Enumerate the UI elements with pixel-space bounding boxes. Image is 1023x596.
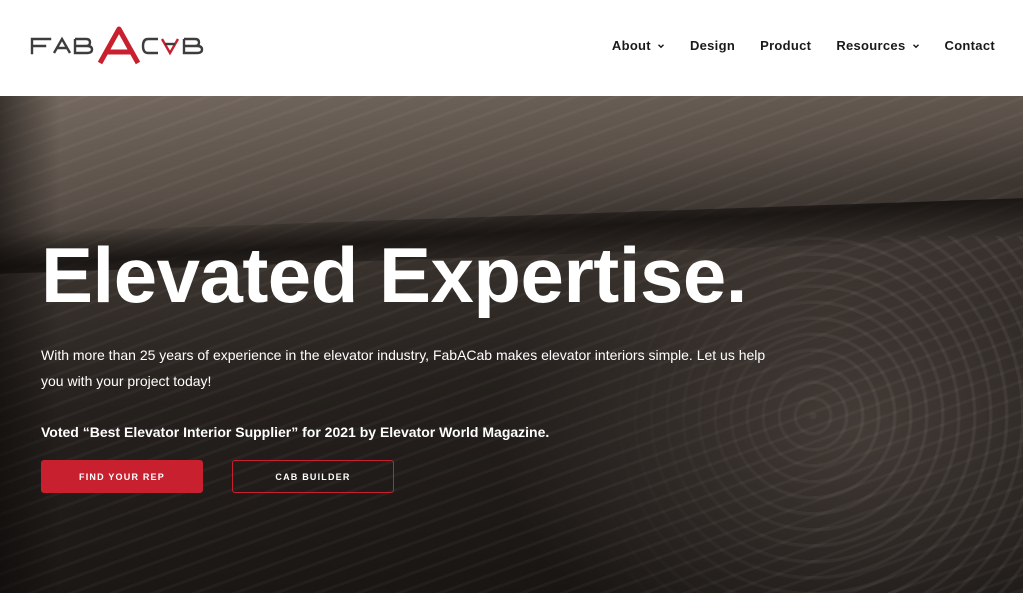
nav-item-about[interactable]: About [612,38,665,53]
hero-title: Elevated Expertise. [41,231,747,319]
nav-item-label: Resources [836,38,906,53]
nav-item-resources[interactable]: Resources [836,38,919,53]
nav-item-design[interactable]: Design [690,38,735,53]
nav-item-label: Product [760,38,812,53]
chevron-down-icon [657,43,664,48]
hero-award-text: Voted “Best Elevator Interior Supplier” … [41,424,550,440]
find-your-rep-button[interactable]: FIND YOUR REP [41,460,203,493]
nav-item-contact[interactable]: Contact [945,38,996,53]
hero-section: Elevated Expertise. With more than 25 ye… [0,96,1023,593]
nav-item-product[interactable]: Product [760,38,811,53]
nav-item-label: Contact [944,38,995,53]
hero-description: With more than 25 years of experience in… [41,347,766,389]
cab-builder-button[interactable]: CAB BUILDER [232,460,394,493]
nav-item-label: Design [689,38,736,53]
fabacab-logo-mark [30,26,204,65]
main-nav: About Design Product Resources Contact [612,38,995,53]
chevron-down-icon [912,43,919,48]
fabacab-logo[interactable] [30,26,220,66]
site-header: About Design Product Resources Contact [0,0,1023,96]
nav-item-label: About [611,38,651,53]
